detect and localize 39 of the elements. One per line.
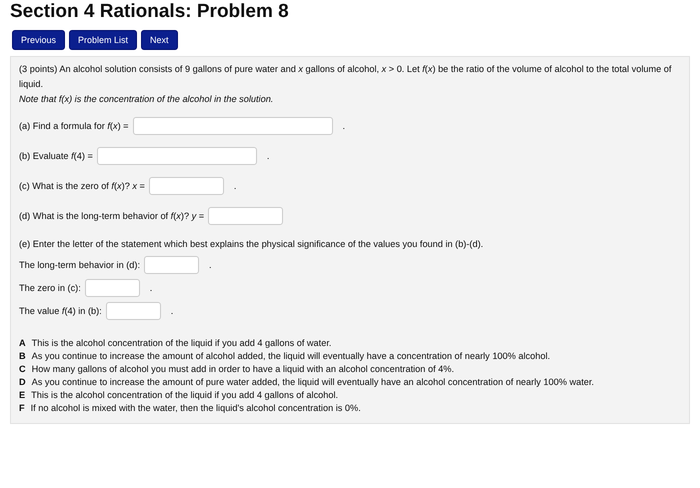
period-text: .: [170, 306, 174, 316]
option-text: How many gallons of alcohol you must add in order to have a liquid with an alcohol concentration of 4%.: [32, 363, 454, 376]
option-letter: B: [19, 350, 26, 363]
answer-field[interactable]: [144, 256, 200, 274]
option-text: If no alcohol is mixed with the water, then the liquid's alcohol concentration is 0%.: [30, 402, 361, 415]
answer-field[interactable]: [132, 117, 333, 135]
page-title: Section 4 Rationals: Problem 8: [10, 0, 290, 23]
problem-note: Note that f(x) is the concentration of the alcohol in the solution.: [19, 93, 274, 106]
nav-button[interactable]: Previous: [12, 30, 66, 50]
option-text: This is the alcohol concentration of the liquid if you add 4 gallons of water.: [32, 337, 332, 350]
period-text: .: [234, 181, 236, 191]
question-label: (e) Enter the letter of the statement which best explains the physical significance of the values you found in (b)-(d).: [19, 238, 484, 251]
question-label: (c) What is the zero of f(x)? x =: [19, 181, 145, 191]
question-label: (b) Evaluate f(4) =: [19, 151, 93, 161]
option-letter: F: [19, 402, 25, 415]
option-text: This is the alcohol concentration of the liquid if you add 4 gallons of alcohol.: [31, 389, 338, 402]
question-label: The zero in (c):: [19, 283, 81, 293]
answer-field[interactable]: [84, 279, 140, 297]
question-label: (d) What is the long-term behavior of f(x)? y =: [19, 211, 204, 221]
answer-field[interactable]: [208, 207, 284, 225]
question-label: The long-term behavior in (d):: [19, 260, 140, 270]
problem-text: (3 points) An alcohol solution consists of 9 gallons of pure water and x gallons of alcohol, x > 0. Let f(x) be the ratio of the volume of alcohol to the total volume of liquid.: [19, 63, 672, 91]
nav-button[interactable]: Next: [141, 30, 178, 50]
option-letter: A: [19, 337, 26, 350]
option-text: As you continue to increase the amount of alcohol added, the liquid will eventually have a concentration of nearly 100% alcohol.: [32, 350, 550, 363]
option-text: As you continue to increase the amount of pure water added, the liquid will eventually have an alcohol concentration of nearly 100% water.: [32, 376, 594, 389]
period-text: .: [342, 121, 346, 131]
question-label: (a) Find a formula for f(x) =: [19, 121, 129, 131]
answer-field[interactable]: [96, 147, 257, 165]
option-letter: C: [19, 363, 26, 376]
answer-field[interactable]: [106, 302, 161, 320]
option-letter: E: [19, 389, 26, 402]
period-text: .: [150, 283, 152, 293]
period-text: .: [266, 151, 270, 161]
nav-button[interactable]: Problem List: [69, 30, 138, 50]
period-text: .: [209, 260, 212, 270]
answer-field[interactable]: [148, 177, 224, 195]
option-letter: D: [19, 376, 26, 389]
question-label: The value f(4) in (b):: [19, 306, 102, 316]
